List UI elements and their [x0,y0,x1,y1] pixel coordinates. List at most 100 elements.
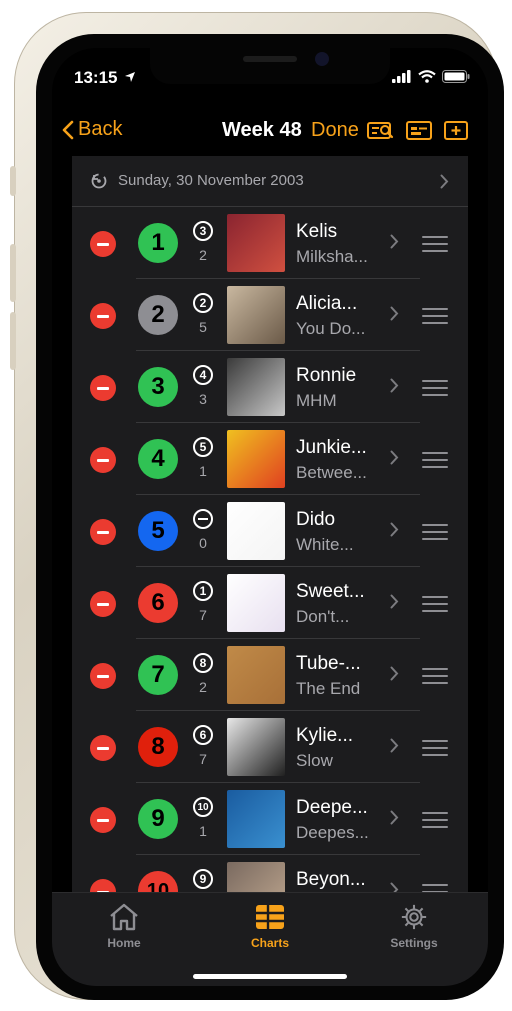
album-art [227,358,285,416]
previous-position-badge: 9 [193,869,213,889]
wifi-icon [418,70,436,83]
tab-charts[interactable]: Charts [220,903,320,950]
artist-name: Alicia... [296,293,358,314]
search-list-icon[interactable] [367,120,395,142]
weeks-on-chart: 1 [199,823,207,839]
delete-button[interactable] [90,807,116,833]
artist-name: Dido [296,509,336,530]
chart-row[interactable]: 1 3 2 Kelis Milksha... [72,207,468,279]
status-icons [392,70,470,83]
previous-position-badge: 8 [193,653,213,673]
reorder-handle-icon[interactable] [422,524,448,545]
speaker [243,56,297,62]
artist-name: Tube-... [296,653,361,674]
song-title: MHM [296,391,337,410]
weeks-on-chart: 0 [199,535,207,551]
done-button[interactable]: Done [311,119,359,142]
rank-badge: 10 [138,871,178,892]
tab-bar: Home Charts Settings [52,892,488,986]
rank-badge: 3 [138,367,178,407]
artist-name: Deepe... [296,797,368,818]
chevron-right-icon[interactable] [390,810,399,825]
delete-button[interactable] [90,303,116,329]
chart-row[interactable]: 3 4 3 Ronnie MHM [72,351,468,423]
album-art [227,790,285,848]
album-art [227,430,285,488]
calendar-refresh-icon [91,173,107,189]
delete-button[interactable] [90,591,116,617]
chart-rows: 1 3 2 Kelis Milksha... 2 2 5 Alicia... You Do... 3… [72,207,468,892]
album-art [227,862,285,892]
rank-badge: 9 [138,799,178,839]
delete-button[interactable] [90,375,116,401]
song-title: White... [296,535,354,554]
chevron-right-icon[interactable] [390,882,399,892]
chevron-right-icon[interactable] [390,306,399,321]
previous-position-badge: 6 [193,725,213,745]
chart-row[interactable]: 8 6 7 Kylie... Slow [72,711,468,783]
reorder-handle-icon[interactable] [422,452,448,473]
status-time: 13:15 [74,68,136,88]
song-title: The End [296,679,361,698]
battery-icon [442,70,470,83]
previous-position-badge: 10 [193,797,213,817]
previous-position-badge: 3 [193,221,213,241]
artist-name: Kelis [296,221,338,242]
rank-badge: 2 [138,295,178,335]
delete-button[interactable] [90,735,116,761]
reorder-handle-icon[interactable] [422,884,448,892]
chevron-right-icon[interactable] [390,738,399,753]
chevron-right-icon[interactable] [390,378,399,393]
signal-icon [392,70,411,83]
chart-row[interactable]: 4 5 1 Junkie... Betwee... [72,423,468,495]
delete-button[interactable] [90,447,116,473]
date-header[interactable]: Sunday, 30 November 2003 [72,156,468,207]
chart-row[interactable]: 6 1 7 Sweet... Don't... [72,567,468,639]
edit-details-icon[interactable] [406,120,432,142]
reorder-handle-icon[interactable] [422,308,448,329]
phone-frame: 13:15 Back Week 48 Done Sunday, 30 Novem… [10,12,504,1000]
song-title: You Do... [296,319,366,338]
weeks-on-chart: 2 [199,247,207,263]
delete-button[interactable] [90,879,116,892]
add-entry-icon[interactable] [444,120,468,142]
chevron-right-icon[interactable] [390,594,399,609]
chart-row[interactable]: 10 9 Beyon... [72,855,468,892]
album-art [227,574,285,632]
delete-button[interactable] [90,231,116,257]
delete-button[interactable] [90,519,116,545]
navigation-bar: Back Week 48 Done [52,112,488,154]
chevron-right-icon[interactable] [390,666,399,681]
tab-home[interactable]: Home [74,903,174,950]
album-art [227,718,285,776]
chevron-left-icon [62,120,74,139]
chart-row[interactable]: 5 0 Dido White... [72,495,468,567]
back-label: Back [78,118,123,140]
chart-row[interactable]: 9 10 1 Deepe... Deepes... [72,783,468,855]
reorder-handle-icon[interactable] [422,236,448,257]
reorder-handle-icon[interactable] [422,668,448,689]
tab-settings[interactable]: Settings [364,903,464,950]
album-art [227,286,285,344]
reorder-handle-icon[interactable] [422,740,448,761]
chevron-right-icon[interactable] [390,234,399,249]
previous-position-badge [193,509,213,529]
back-button[interactable]: Back [62,118,122,141]
chevron-right-icon[interactable] [390,522,399,537]
chart-list: Sunday, 30 November 2003 1 3 2 Kelis Milksha… [72,156,468,892]
chart-row[interactable]: 2 2 5 Alicia... You Do... [72,279,468,351]
rank-badge: 8 [138,727,178,767]
gear-icon [401,904,427,930]
reorder-handle-icon[interactable] [422,812,448,833]
screen: 13:15 Back Week 48 Done Sunday, 30 Novem… [52,48,488,986]
home-indicator[interactable] [193,974,347,979]
chevron-right-icon[interactable] [390,450,399,465]
tab-settings-label: Settings [390,936,438,950]
reorder-handle-icon[interactable] [422,380,448,401]
chart-row[interactable]: 7 8 2 Tube-... The End [72,639,468,711]
delete-button[interactable] [90,663,116,689]
rank-badge: 1 [138,223,178,263]
song-title: Betwee... [296,463,367,482]
weeks-on-chart: 3 [199,391,207,407]
reorder-handle-icon[interactable] [422,596,448,617]
